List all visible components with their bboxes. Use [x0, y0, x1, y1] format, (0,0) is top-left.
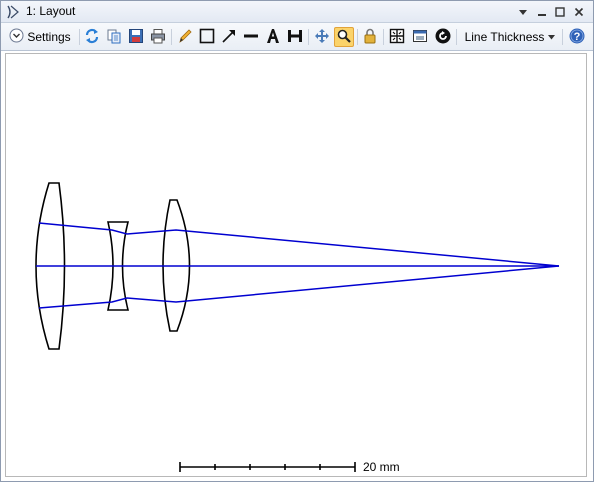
- help-icon: ?: [569, 28, 585, 47]
- settings-button[interactable]: Settings: [4, 27, 76, 47]
- pan-icon: [314, 28, 330, 47]
- toolbar-separator: [79, 29, 80, 45]
- rectangle-button[interactable]: [197, 27, 217, 47]
- window-button[interactable]: [410, 27, 430, 47]
- caret-down-icon: [548, 34, 556, 40]
- text-icon: [265, 28, 281, 47]
- copy-icon: [106, 28, 122, 47]
- settings-label: Settings: [27, 30, 71, 44]
- text-button[interactable]: [263, 27, 283, 47]
- zoom-button[interactable]: [334, 27, 354, 47]
- pan-button[interactable]: [312, 27, 332, 47]
- refresh-icon: [84, 28, 100, 47]
- save-icon: [128, 28, 144, 47]
- line-thickness-label: Line Thickness: [464, 30, 545, 44]
- lock-icon: [362, 28, 378, 47]
- dimension-button[interactable]: [285, 27, 305, 47]
- fit-icon: [389, 28, 405, 47]
- rotate-button[interactable]: [433, 27, 453, 47]
- dimension-icon: [287, 28, 303, 47]
- print-icon: [150, 28, 166, 47]
- svg-text:?: ?: [574, 31, 581, 43]
- arrow-icon: [221, 28, 237, 47]
- maximize-button[interactable]: [552, 4, 568, 20]
- chevron-down-circle-icon: [9, 28, 24, 46]
- title-bar: 1: Layout: [1, 1, 593, 23]
- scale-bar-label: 20 mm: [363, 460, 400, 474]
- ray-lower: [38, 265, 560, 309]
- layout-window: 1: Layout Settings Line Thickness ? 20 m…: [0, 0, 594, 482]
- toolbar-separator: [383, 29, 384, 45]
- arrow-button[interactable]: [219, 27, 239, 47]
- toolbar: Settings Line Thickness ?: [1, 23, 593, 51]
- copy-button[interactable]: [104, 27, 124, 47]
- rectangle-icon: [199, 28, 215, 47]
- toolbar-separator: [562, 29, 563, 45]
- lock-button[interactable]: [360, 27, 380, 47]
- toolbar-separator: [357, 29, 358, 45]
- window-icon: [412, 28, 428, 47]
- lens-window-icon: [5, 4, 21, 20]
- line-button[interactable]: [241, 27, 261, 47]
- zoom-icon: [337, 29, 351, 46]
- pencil-icon: [177, 28, 193, 47]
- window-menu-dropdown[interactable]: [515, 4, 531, 20]
- save-button[interactable]: [126, 27, 146, 47]
- ray-upper: [38, 222, 560, 267]
- line-icon: [243, 28, 259, 47]
- pencil-button[interactable]: [175, 27, 195, 47]
- fit-button[interactable]: [387, 27, 407, 47]
- line-thickness-dropdown[interactable]: Line Thickness: [461, 27, 559, 47]
- print-button[interactable]: [148, 27, 168, 47]
- scale-bar: [179, 462, 356, 472]
- help-button[interactable]: ?: [567, 27, 587, 47]
- window-title: 1: Layout: [26, 4, 76, 18]
- toolbar-separator: [456, 29, 457, 45]
- lens-layout-drawing: [35, 182, 560, 472]
- close-button[interactable]: [571, 4, 587, 20]
- toolbar-separator: [171, 29, 172, 45]
- refresh-button[interactable]: [82, 27, 102, 47]
- layout-canvas[interactable]: 20 mm: [5, 53, 587, 477]
- minimize-button[interactable]: [534, 4, 550, 20]
- rotate-icon: [435, 28, 451, 47]
- toolbar-separator: [308, 29, 309, 45]
